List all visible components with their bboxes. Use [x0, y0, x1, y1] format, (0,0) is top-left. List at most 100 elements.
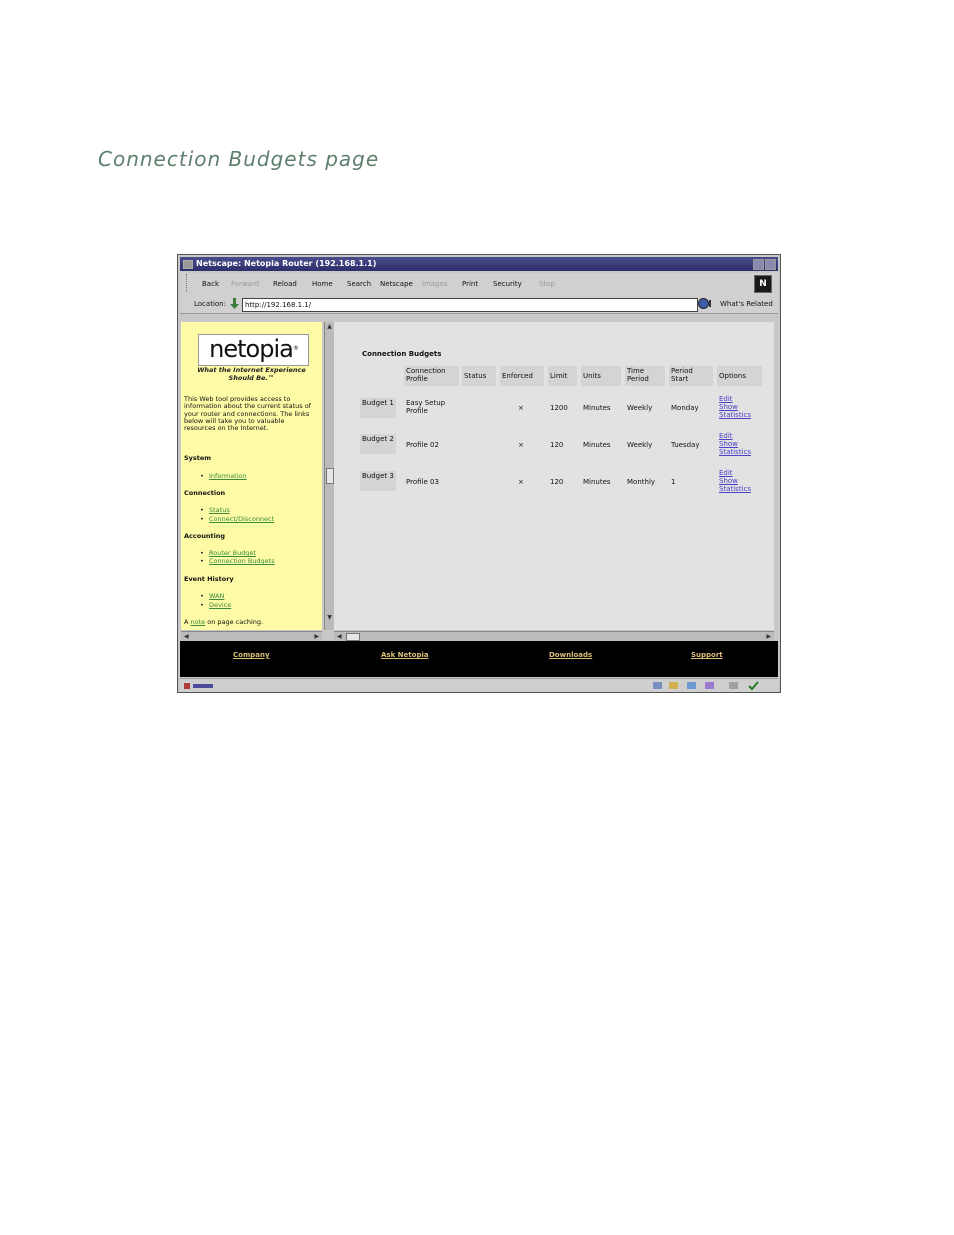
search-button[interactable]: Search — [347, 280, 371, 288]
row-1-units: Minutes — [583, 404, 611, 412]
logo-text: netopia — [209, 335, 294, 363]
sidebar-scrollbar[interactable]: ▲ ▼ — [324, 322, 334, 630]
section-accounting: Accounting — [184, 532, 226, 540]
whats-related-button[interactable]: What's Related — [720, 300, 773, 308]
scroll-right-arrow-icon[interactable]: ▶ — [314, 632, 319, 641]
minimize-icon[interactable] — [753, 259, 764, 270]
row-2-units: Minutes — [583, 441, 611, 449]
instant-message-icon[interactable] — [686, 681, 697, 690]
row-2-limit: 120 — [550, 441, 564, 449]
row-3-start: 1 — [671, 478, 676, 486]
navigator-icon[interactable] — [652, 681, 663, 690]
whats-related-icon[interactable] — [698, 298, 712, 309]
row-3-show-link[interactable]: Show — [719, 477, 738, 485]
browser-window: Netscape: Netopia Router (192.168.1.1) B… — [177, 254, 781, 693]
location-bar: Location: What's Related — [180, 295, 778, 314]
page-title: Connection Budgets — [362, 350, 442, 358]
status-bar — [180, 678, 778, 692]
row-1-profile: Easy Setup Profile — [406, 399, 446, 415]
toolbar-grip-icon[interactable] — [181, 274, 187, 292]
sidebar-link-status[interactable]: Status — [200, 506, 230, 514]
section-system: System — [184, 454, 212, 462]
sidebar-link-wan[interactable]: WAN — [200, 592, 225, 600]
footer-link-downloads[interactable]: Downloads — [549, 651, 592, 659]
row-3-edit-link[interactable]: Edit — [719, 469, 733, 477]
logo-registered-mark: ® — [292, 345, 299, 352]
netscape-logo-icon: N — [754, 275, 772, 293]
netscape-button[interactable]: Netscape — [380, 280, 413, 288]
row-1-show-link[interactable]: Show — [719, 403, 738, 411]
navigation-toolbar: Back Forward Reload Home Search Netscape… — [180, 273, 778, 296]
row-3-units: Minutes — [583, 478, 611, 486]
row-1-limit: 1200 — [550, 404, 568, 412]
row-2-period: Weekly — [627, 441, 653, 449]
scroll-left-arrow-icon[interactable]: ◀ — [184, 632, 189, 641]
header-limit: Limit — [548, 366, 577, 386]
footer-link-ask-netopia[interactable]: Ask Netopia — [381, 651, 429, 659]
row-1-enforced: × — [518, 404, 524, 412]
sidebar-horizontal-scrollbar[interactable]: ◀ ▶ — [181, 631, 322, 641]
footer-link-support[interactable]: Support — [691, 651, 723, 659]
row-3-limit: 120 — [550, 478, 564, 486]
sidebar-link-information[interactable]: Information — [200, 472, 247, 480]
window-title: Netscape: Netopia Router (192.168.1.1) — [196, 259, 377, 268]
sidebar-scroll-thumb[interactable] — [326, 468, 334, 484]
note-prefix: A — [184, 618, 189, 626]
url-input[interactable] — [242, 298, 698, 312]
main-frame: Connection Budgets Connection Profile St… — [334, 322, 774, 630]
composer-icon[interactable] — [704, 681, 715, 690]
note-link[interactable]: note — [191, 618, 206, 626]
security-button[interactable]: Security — [493, 280, 522, 288]
caching-note: A note on page caching. — [184, 618, 263, 626]
address-book-icon[interactable] — [728, 681, 739, 690]
header-status: Status — [462, 366, 496, 386]
scroll-down-arrow-icon[interactable]: ▼ — [326, 614, 333, 621]
back-button[interactable]: Back — [202, 280, 219, 288]
footer-link-company[interactable]: Company — [233, 651, 270, 659]
sidebar-link-device[interactable]: Device — [200, 601, 231, 609]
sidebar-link-connection-budgets[interactable]: Connection Budgets — [200, 557, 275, 565]
row-2-edit-link[interactable]: Edit — [719, 432, 733, 440]
sidebar-frame: netopia® What the Internet Experience Sh… — [181, 322, 322, 630]
row-3-name: Budget 3 — [360, 471, 396, 491]
main-scroll-thumb[interactable] — [346, 633, 360, 641]
sidebar-link-connect-disconnect[interactable]: Connect/Disconnect — [200, 515, 274, 523]
window-menu-icon[interactable] — [183, 260, 193, 269]
footer-frame: Company Ask Netopia Downloads Support — [180, 641, 778, 677]
header-time-period: Time Period — [625, 366, 665, 386]
main-horizontal-scrollbar[interactable]: ◀ ▶ — [334, 631, 774, 641]
row-1-period: Weekly — [627, 404, 653, 412]
title-bar: Netscape: Netopia Router (192.168.1.1) — [180, 257, 778, 271]
row-2-show-link[interactable]: Show — [719, 440, 738, 448]
note-suffix: on page caching. — [207, 618, 264, 626]
images-button[interactable]: Images — [422, 280, 448, 288]
mail-icon[interactable] — [668, 681, 679, 690]
row-3-enforced: × — [518, 478, 524, 486]
tagline: What the Internet Experience Should Be.™ — [197, 366, 306, 382]
row-1-statistics-link[interactable]: Statistics — [719, 411, 751, 419]
bookmark-icon[interactable] — [230, 298, 239, 309]
row-1-edit-link[interactable]: Edit — [719, 395, 733, 403]
header-units: Units — [581, 366, 621, 386]
security-lock-icon[interactable] — [183, 681, 217, 690]
document-heading: Connection Budgets page — [98, 147, 380, 171]
scroll-up-arrow-icon[interactable]: ▲ — [326, 323, 333, 330]
main-scroll-left-arrow-icon[interactable]: ◀ — [337, 632, 342, 641]
location-label: Location: — [194, 300, 226, 308]
row-3-statistics-link[interactable]: Statistics — [719, 485, 751, 493]
stop-button[interactable]: Stop — [539, 280, 555, 288]
sidebar-link-router-budget[interactable]: Router Budget — [200, 549, 256, 557]
section-connection: Connection — [184, 489, 226, 497]
header-period-start: Period Start — [669, 366, 713, 386]
section-event-history: Event History — [184, 575, 234, 583]
row-1-start: Monday — [671, 404, 699, 412]
checkmark-icon[interactable] — [748, 681, 759, 690]
main-scroll-right-arrow-icon[interactable]: ▶ — [766, 632, 771, 641]
home-button[interactable]: Home — [312, 280, 333, 288]
row-2-statistics-link[interactable]: Statistics — [719, 448, 751, 456]
maximize-icon[interactable] — [765, 259, 776, 270]
row-3-period: Monthly — [627, 478, 656, 486]
reload-button[interactable]: Reload — [273, 280, 297, 288]
print-button[interactable]: Print — [462, 280, 478, 288]
forward-button[interactable]: Forward — [231, 280, 259, 288]
